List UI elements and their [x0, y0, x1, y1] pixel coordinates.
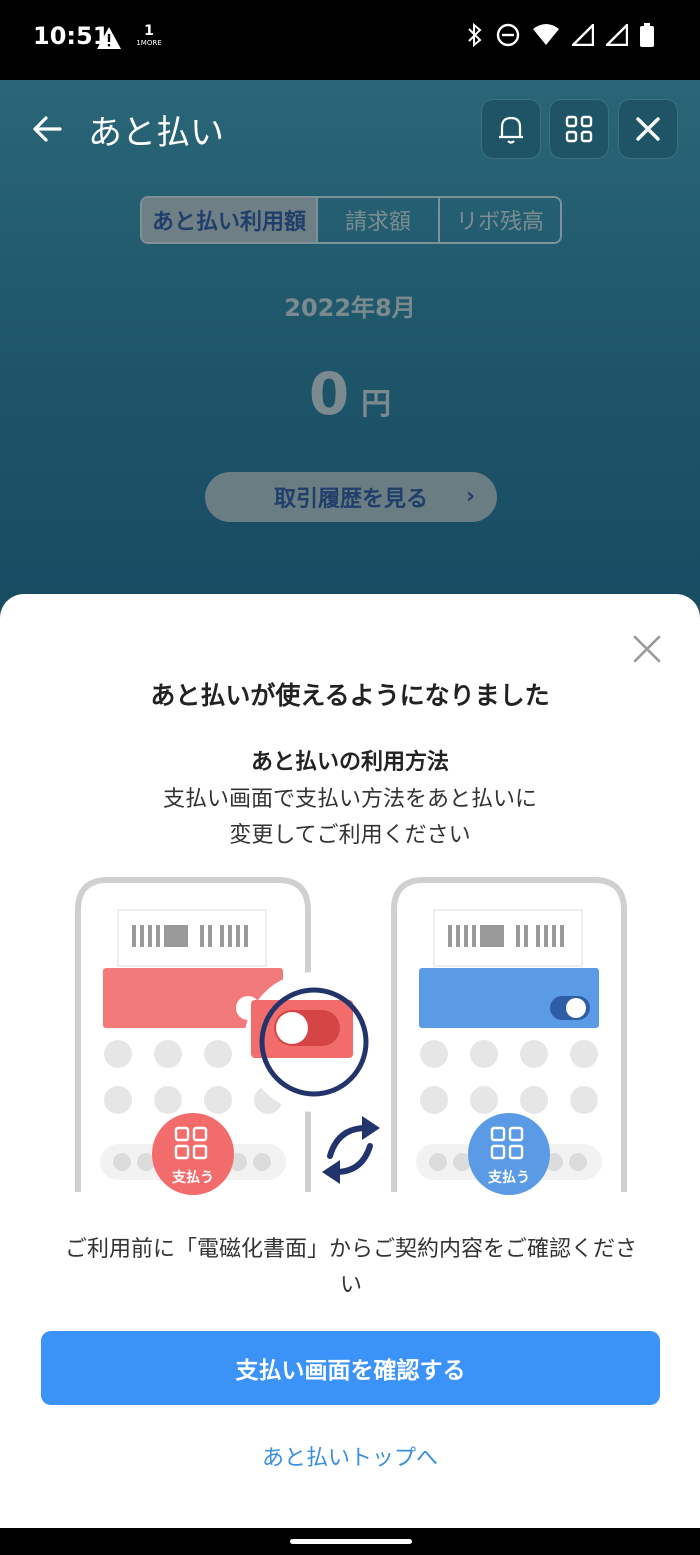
back-arrow-icon[interactable]: [30, 111, 66, 147]
grid-icon: [565, 115, 593, 143]
do-not-disturb-icon: [496, 23, 520, 47]
close-icon: [636, 117, 660, 141]
carrier-logo: 1 1MORE: [136, 23, 162, 47]
sheet-close-icon[interactable]: [632, 634, 662, 664]
signal-icon-2: [606, 24, 628, 46]
check-payment-screen-button[interactable]: 支払い画面を確認する: [41, 1331, 660, 1405]
tab-revolving-balance[interactable]: リボ残高: [438, 198, 560, 242]
summary-amount: 0円: [0, 360, 700, 428]
page-title: あと払い: [88, 113, 224, 153]
pay-label-left: 支払う: [171, 1169, 214, 1186]
amount-value: 0: [308, 360, 350, 428]
summary-month: 2022年8月: [284, 294, 416, 322]
home-gesture-handle[interactable]: [290, 1539, 412, 1544]
usage-method-description: 支払い画面で支払い方法をあと払いに 変更してご利用ください: [162, 787, 537, 848]
battery-icon: [640, 23, 654, 47]
menu-grid-button[interactable]: [549, 99, 609, 159]
bell-icon: [499, 116, 523, 144]
warning-icon: [97, 27, 121, 49]
tab-usage-amount[interactable]: あと払い利用額: [142, 198, 316, 242]
bluetooth-icon: [468, 22, 482, 48]
wifi-icon: [533, 24, 559, 45]
system-nav-bar: [0, 1528, 700, 1555]
sheet-title: あと払いが使えるようになりました: [150, 681, 550, 710]
summary-tabs: あと払い利用額 請求額 リボ残高: [140, 196, 562, 244]
app-header: あと払い: [0, 95, 700, 165]
history-button-label: 取引履歴を見る: [273, 487, 428, 512]
contract-notice: ご利用前に「電磁化書面」からご契約内容をご確認くださ い: [64, 1237, 637, 1298]
deferred-payment-top-link[interactable]: あと払いトップへ: [0, 1440, 700, 1472]
pay-label-right: 支払う: [487, 1169, 530, 1186]
tab-billing-amount[interactable]: 請求額: [316, 198, 438, 242]
status-left-icons: 1 1MORE: [96, 24, 164, 52]
status-right-icons: [466, 22, 654, 48]
amount-unit: 円: [361, 387, 392, 422]
status-bar: 10:51 1 1MORE: [0, 0, 700, 80]
payment-switch-illustration: 支払う 支払う: [75, 877, 627, 1195]
close-app-button[interactable]: [618, 99, 678, 159]
notification-button[interactable]: [481, 99, 541, 159]
usage-method-heading: あと払いの利用方法: [250, 750, 449, 775]
transaction-history-button[interactable]: 取引履歴を見る ›: [205, 472, 497, 522]
signal-icon: [572, 24, 594, 46]
chevron-right-icon: ›: [465, 484, 475, 509]
